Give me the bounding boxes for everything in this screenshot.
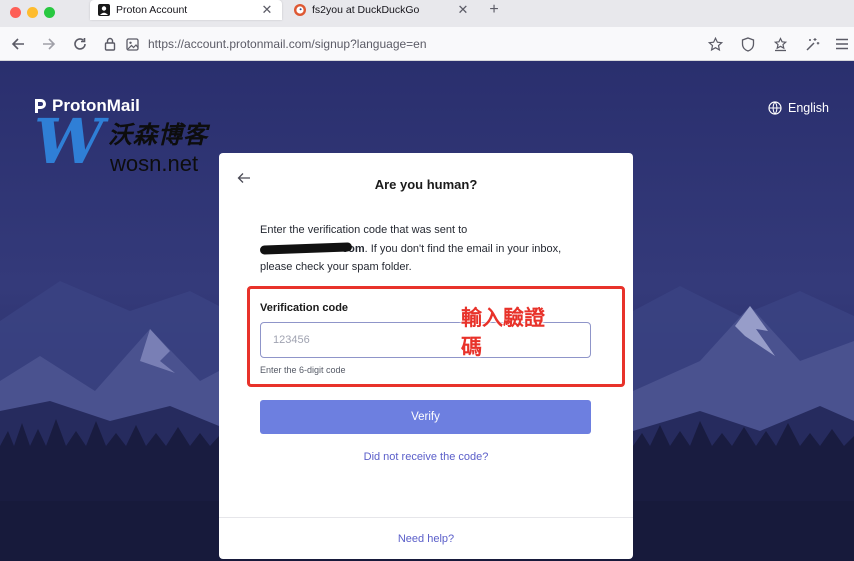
description-line-2-text: . If you don't find the email in your in… — [364, 242, 562, 255]
redacted-email-mark — [259, 241, 353, 255]
url-text[interactable]: https://account.protonmail.com/signup?la… — [148, 37, 427, 51]
proton-logo[interactable]: ProtonMail — [32, 96, 140, 116]
window-zoom-button[interactable] — [44, 7, 55, 18]
window-minimize-button[interactable] — [27, 7, 38, 18]
menu-button[interactable] — [832, 34, 852, 54]
save-to-pocket-button[interactable] — [770, 34, 790, 54]
annotation-highlight-box — [247, 286, 625, 387]
tab-proton-account[interactable]: Proton Account ✕ — [90, 0, 282, 20]
watermark-chinese-text: 沃森博客 — [108, 122, 208, 149]
watermark-domain-text: wosn.net — [110, 151, 199, 176]
verification-description: Enter the verification code that was sen… — [259, 221, 600, 277]
window-close-button[interactable] — [10, 7, 21, 18]
tab-title: Proton Account — [116, 4, 188, 16]
reload-button[interactable] — [70, 34, 90, 54]
user-silhouette-icon — [98, 4, 110, 16]
tab-title: fs2you at DuckDuckGo — [312, 4, 420, 16]
url-bar[interactable]: https://account.protonmail.com/signup?la… — [100, 31, 710, 57]
back-button[interactable] — [8, 34, 28, 54]
pocket-star-icon — [773, 36, 787, 51]
globe-icon — [768, 101, 782, 115]
proton-mail-logo-icon — [35, 99, 46, 113]
bookmark-star-button[interactable] — [705, 34, 725, 54]
star-icon — [707, 36, 723, 51]
magic-wand-icon — [805, 37, 819, 51]
shield-icon — [741, 36, 755, 52]
new-tab-button[interactable]: + — [484, 0, 504, 20]
verify-button[interactable]: Verify — [260, 400, 591, 434]
description-line-2: com. If you don't find the email in your… — [259, 240, 600, 259]
description-line-3: please check your spam folder. — [260, 261, 412, 273]
arrow-left-icon — [11, 38, 24, 50]
tracking-protection-button[interactable] — [738, 34, 758, 54]
brand-name: ProtonMail — [52, 96, 140, 115]
description-line-1: Enter the verification code that was sen… — [260, 224, 468, 236]
annotation-label: 輸入驗證碼 — [461, 307, 545, 359]
hamburger-menu-icon — [836, 38, 848, 50]
need-help-link[interactable]: Need help? — [219, 533, 633, 545]
navigation-bar: https://account.protonmail.com/signup?la… — [0, 27, 854, 61]
watermark-logo-letter: W — [34, 105, 104, 178]
reload-icon — [74, 38, 86, 50]
page-info-icon[interactable] — [122, 34, 142, 54]
forward-button[interactable] — [39, 34, 59, 54]
card-divider — [219, 517, 633, 518]
tab-bar: Proton Account ✕ fs2you at DuckDuckGo ✕ … — [0, 0, 854, 27]
close-tab-icon[interactable]: ✕ — [456, 2, 470, 18]
close-tab-icon[interactable]: ✕ — [260, 2, 274, 18]
language-selector[interactable]: English — [768, 101, 829, 115]
arrow-right-icon — [43, 38, 56, 50]
language-label: English — [788, 101, 829, 115]
duckduckgo-icon — [294, 4, 306, 16]
tab-duckduckgo[interactable]: fs2you at DuckDuckGo ✕ — [286, 0, 478, 20]
resend-code-link[interactable]: Did not receive the code? — [219, 451, 633, 463]
card-title: Are you human? — [374, 177, 478, 192]
lock-icon[interactable] — [100, 34, 120, 54]
extensions-button[interactable] — [802, 34, 822, 54]
